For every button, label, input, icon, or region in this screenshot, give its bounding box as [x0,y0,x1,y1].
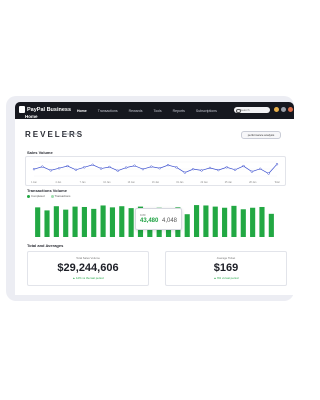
average-ticket-card: Average Ticket $169 ▲ 6% vs last period [165,251,287,286]
x-tick-label: 1 Jan [31,181,38,184]
transaction-bar [44,210,50,237]
sales-point [49,169,52,172]
sales-volume-chart-box: 1 Jan 4 Jan 7 Jan 10 Jan 13 Jan 16 Jan 19 Jan 2… [25,156,286,186]
x-tick-label: 10 Jan [103,181,111,184]
main-nav: Home Transactions Rewards Tools Reports … [77,109,217,113]
nav-tools[interactable]: Tools [153,109,161,113]
transaction-bar [203,205,209,237]
sales-volume-chart: 1 Jan 4 Jan 7 Jan 10 Jan 13 Jan 16 Jan 19 Jan 2… [31,161,280,184]
sales-point [66,164,69,168]
sales-point [125,166,128,169]
sales-point [141,168,145,171]
paypal-logo[interactable]: PayPal Business [19,106,71,113]
transaction-bar [193,205,200,237]
sales-point [192,168,195,171]
sales-point [208,166,212,170]
legend-completed-swatch [27,194,30,198]
transaction-bar [109,207,116,237]
top-navigation-bar: PayPal Business Home Transactions Reward… [15,102,294,119]
transaction-bar [184,214,190,237]
transaction-bar [222,207,228,237]
transaction-bar [72,206,78,237]
nav-transactions[interactable]: Transactions [98,109,118,113]
business-subtitle: Club Prices [62,132,80,136]
sales-volume-title: Sales Volume [27,150,53,155]
paypal-icon [19,106,25,113]
transactions-volume-title: Transactions Volume [27,188,67,193]
transaction-bar [268,213,274,237]
x-tick-label: 4 Jan [55,181,62,184]
chart-legend: Completed Transactions [27,194,70,198]
totals-title: Total and Averages [27,243,64,248]
sales-point [74,168,78,171]
sales-point [133,164,136,167]
transaction-bar [81,206,87,237]
x-tick-label: 7 Jan [80,181,87,184]
sales-point [99,167,103,170]
sales-point [275,163,279,166]
sales-point [259,167,262,170]
sales-point [242,164,245,168]
legend-completed: Completed [27,194,45,198]
x-tick-label: 13 Jan [128,181,136,184]
sales-point [150,165,153,168]
nav-subscriptions[interactable]: Subscriptions [196,109,217,113]
main-panel: REVELERS Club Prices performance analysi… [15,119,294,295]
transaction-bar [250,207,256,237]
transaction-bar [100,205,106,237]
x-tick-label: Total [274,181,280,184]
x-tick-label: 19 Jan [176,181,184,184]
transaction-bar [259,206,265,237]
x-tick-label: 22 Jan [201,181,209,184]
nav-home[interactable]: Home [77,109,87,113]
sales-point [41,165,44,168]
performance-analysis-button[interactable]: performance analysis [241,131,281,139]
transaction-bar [128,208,134,237]
transaction-bar [35,207,41,237]
settings-icon[interactable] [281,107,286,112]
transaction-bar [91,208,97,237]
sales-point [233,168,237,171]
transaction-bar [212,206,218,237]
sales-point [166,163,170,167]
sales-point [91,163,94,166]
search-input[interactable]: Search [234,107,270,113]
legend-transactions-swatch [50,194,54,198]
sales-point [32,168,36,171]
transaction-bar [63,209,69,237]
total-sales-volume-card: Total Sales Volume $29,244,606 ▲ 12% vs … [27,251,149,286]
x-tick-label: 25 Jan [225,181,233,184]
x-tick-label: 28 Jan [249,181,257,184]
transaction-bar [240,209,246,237]
x-tick-label: 16 Jan [152,181,160,184]
transaction-bar [119,206,125,237]
transaction-bar [53,206,59,237]
notification-icon[interactable] [274,107,279,112]
sales-point [57,167,61,170]
avatar[interactable] [288,107,293,112]
nav-rewards[interactable]: Rewards [129,109,143,113]
nav-reports[interactable]: Reports [173,109,185,113]
sales-point [108,165,111,169]
sales-point [225,166,228,169]
search-icon [236,108,241,113]
sales-point [83,166,86,169]
sales-point [267,172,270,175]
sales-point [158,167,161,170]
transaction-bar [231,205,237,237]
chart-tooltip: 9.80 43,480 4,048 [135,208,182,230]
sales-point [200,169,203,172]
sales-point [250,170,254,173]
sales-point [175,166,178,169]
sales-point [116,169,119,172]
legend-transactions: Transactions [50,194,70,198]
sales-point [217,168,220,172]
sales-point [183,171,186,174]
